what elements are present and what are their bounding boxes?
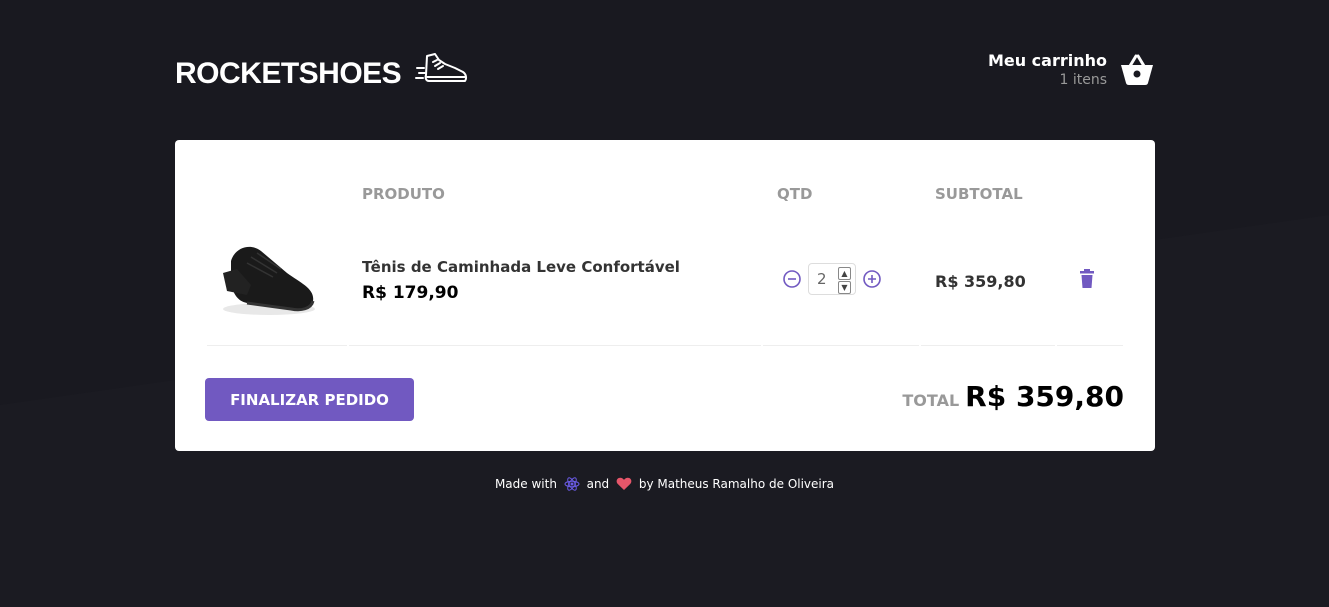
cart-panel: PRODUTO QTD SUBTOTAL Tênis de Caminhada …: [175, 140, 1155, 451]
react-icon: [564, 477, 580, 491]
quantity-input[interactable]: 2 ▲ ▼: [808, 263, 856, 295]
cart-count: 1 itens: [1059, 72, 1107, 88]
row-divider: [207, 345, 347, 346]
credits-author: by Matheus Ramalho de Oliveira: [638, 477, 835, 491]
row-divider: [349, 345, 761, 346]
total-value: R$ 359,80: [965, 380, 1124, 413]
total-label: TOTAL: [902, 391, 960, 410]
spinner-down-icon[interactable]: ▼: [838, 281, 851, 294]
logo-text: ROCKETSHOES: [175, 57, 402, 90]
heart-icon: [616, 477, 632, 490]
finish-order-button[interactable]: FINALIZAR PEDIDO: [205, 378, 414, 421]
minus-circle-icon[interactable]: [782, 269, 802, 289]
credits-made-with: Made with: [494, 477, 557, 491]
quantity-stepper: 2 ▲ ▼: [782, 263, 882, 295]
cart-link[interactable]: Meu carrinho 1 itens: [988, 51, 1155, 88]
cart-summary: Meu carrinho 1 itens: [988, 51, 1107, 88]
trash-icon[interactable]: [1079, 269, 1095, 289]
product-title: Tênis de Caminhada Leve Confortável: [362, 258, 680, 276]
column-header-subtotal: SUBTOTAL: [935, 185, 1023, 203]
cart-title: Meu carrinho: [987, 51, 1107, 70]
quantity-value: 2: [817, 270, 827, 288]
row-divider: [763, 345, 919, 346]
spinner-up-icon[interactable]: ▲: [838, 267, 851, 280]
plus-circle-icon[interactable]: [862, 269, 882, 289]
sneaker-icon: [415, 53, 468, 82]
logo[interactable]: ROCKETSHOES: [175, 53, 469, 91]
order-total: TOTAL R$ 359,80: [902, 380, 1124, 413]
row-divider: [921, 345, 1055, 346]
column-header-qty: QTD: [777, 185, 813, 203]
column-header-product: PRODUTO: [362, 185, 445, 203]
credits-and: and: [586, 477, 610, 491]
row-divider: [1057, 345, 1123, 346]
quantity-spinner[interactable]: ▲ ▼: [838, 267, 851, 295]
header: ROCKETSHOES Meu carrinho 1 itens: [175, 47, 1155, 97]
basket-icon: [1121, 54, 1153, 85]
product-image: [223, 246, 315, 315]
product-price: R$ 179,90: [362, 283, 459, 303]
product-subtotal: R$ 359,80: [935, 272, 1026, 291]
credits: Made with and by Matheus Ramalho de Oliv…: [0, 476, 1329, 492]
